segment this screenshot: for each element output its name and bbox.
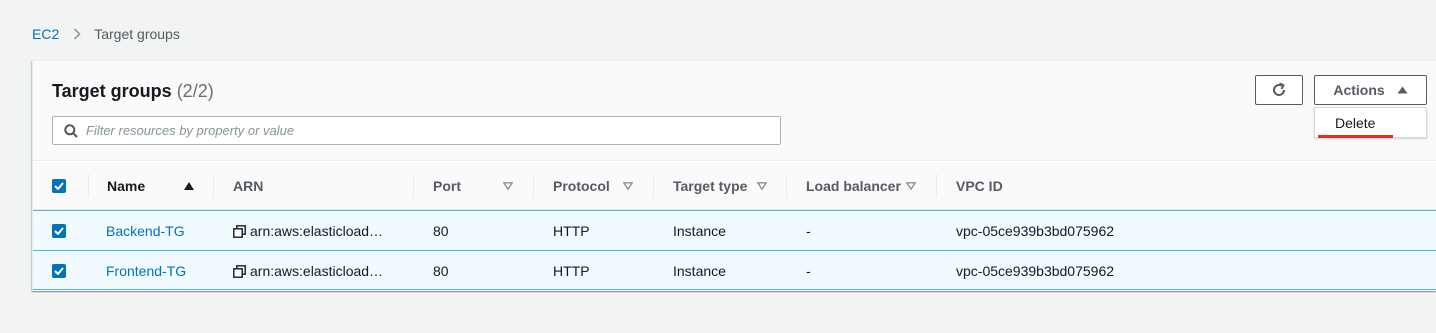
column-header-target-type[interactable]: Target type [673, 162, 747, 210]
panel-title-text: Target groups [52, 81, 172, 101]
load-balancer-value: - [806, 223, 811, 239]
copy-icon[interactable] [233, 264, 246, 278]
vpc-id-value: vpc-05ce939b3bd075962 [956, 223, 1115, 239]
column-divider [936, 174, 937, 198]
row-checkbox[interactable] [52, 224, 66, 238]
actions-label: Actions [1333, 82, 1385, 98]
column-header-name-label: Name [107, 178, 146, 194]
column-divider [653, 174, 654, 198]
column-divider [533, 174, 534, 198]
column-header-load-balancer-label: Load balancer [806, 178, 901, 194]
target-groups-panel: Target groups (2/2) Actions [32, 60, 1436, 291]
filter-input[interactable] [86, 123, 746, 138]
page-title: Target groups (2/2) [52, 81, 214, 102]
column-header-vpc-id[interactable]: VPC ID [956, 162, 1003, 210]
sort-caret-down-icon[interactable] [906, 182, 916, 190]
column-header-target-type-label: Target type [673, 178, 748, 194]
refresh-button[interactable] [1255, 75, 1303, 105]
column-divider [213, 174, 214, 198]
row-checkbox-cell [52, 211, 66, 251]
column-header-port[interactable]: Port [433, 162, 461, 210]
column-divider [786, 174, 787, 198]
actions-button[interactable]: Actions [1314, 75, 1427, 105]
filter-box [52, 116, 781, 145]
menu-item-delete[interactable]: Delete [1335, 115, 1375, 131]
table-header: Name ARN Port Protocol Target type Load … [33, 162, 1436, 210]
breadcrumb-current: Target groups [94, 26, 180, 42]
column-header-vpc-id-label: VPC ID [956, 178, 1003, 194]
row-checkbox[interactable] [52, 264, 66, 278]
actions-dropdown-menu: Delete [1314, 107, 1427, 138]
panel-header: Target groups (2/2) Actions [33, 61, 1436, 161]
load-balancer-value: - [806, 263, 811, 279]
select-all-checkbox-cell [52, 162, 66, 210]
row-checkbox-cell [52, 251, 66, 291]
arn-cell: arn:aws:elasticload… [233, 251, 383, 291]
vpc-id-value: vpc-05ce939b3bd075962 [956, 263, 1115, 279]
target-group-name-link[interactable]: Frontend-TG [106, 251, 186, 291]
column-divider [413, 174, 414, 198]
port-value: 80 [433, 263, 449, 279]
sort-caret-down-icon[interactable] [623, 182, 633, 190]
chevron-right-icon [73, 28, 81, 40]
target-type-value: Instance [673, 223, 726, 239]
sort-ascending-icon[interactable] [184, 182, 194, 190]
target-type-value: Instance [673, 263, 726, 279]
column-header-arn-label: ARN [233, 178, 264, 194]
search-icon [64, 123, 78, 138]
sort-caret-down-icon[interactable] [503, 182, 513, 190]
column-header-port-label: Port [433, 178, 461, 194]
sort-caret-down-icon[interactable] [757, 182, 767, 190]
table-row[interactable]: Backend-TG arn:aws:elasticload… 80 HTTP … [33, 210, 1436, 250]
column-header-load-balancer[interactable]: Load balancer [806, 162, 901, 210]
protocol-value: HTTP [553, 223, 590, 239]
table-row[interactable]: Frontend-TG arn:aws:elasticload… 80 HTTP… [33, 250, 1436, 290]
selected-count: (2/2) [176, 81, 214, 101]
select-all-checkbox[interactable] [52, 179, 66, 193]
column-divider [88, 174, 89, 198]
arn-cell: arn:aws:elasticload… [233, 211, 383, 251]
breadcrumb: EC2 Target groups [32, 26, 180, 42]
copy-icon[interactable] [233, 224, 246, 238]
port-value: 80 [433, 223, 449, 239]
column-header-protocol-label: Protocol [553, 178, 610, 194]
column-header-protocol[interactable]: Protocol [553, 162, 610, 210]
caret-up-icon [1397, 86, 1408, 94]
protocol-value: HTTP [553, 263, 590, 279]
target-group-name-link[interactable]: Backend-TG [106, 211, 185, 251]
menu-highlight-underline [1318, 135, 1393, 138]
arn-value: arn:aws:elasticload… [250, 223, 384, 239]
column-header-arn[interactable]: ARN [233, 162, 263, 210]
arn-value: arn:aws:elasticload… [250, 263, 384, 279]
refresh-icon [1271, 82, 1287, 98]
breadcrumb-ec2-link[interactable]: EC2 [32, 26, 59, 42]
column-header-name[interactable]: Name [107, 162, 145, 210]
